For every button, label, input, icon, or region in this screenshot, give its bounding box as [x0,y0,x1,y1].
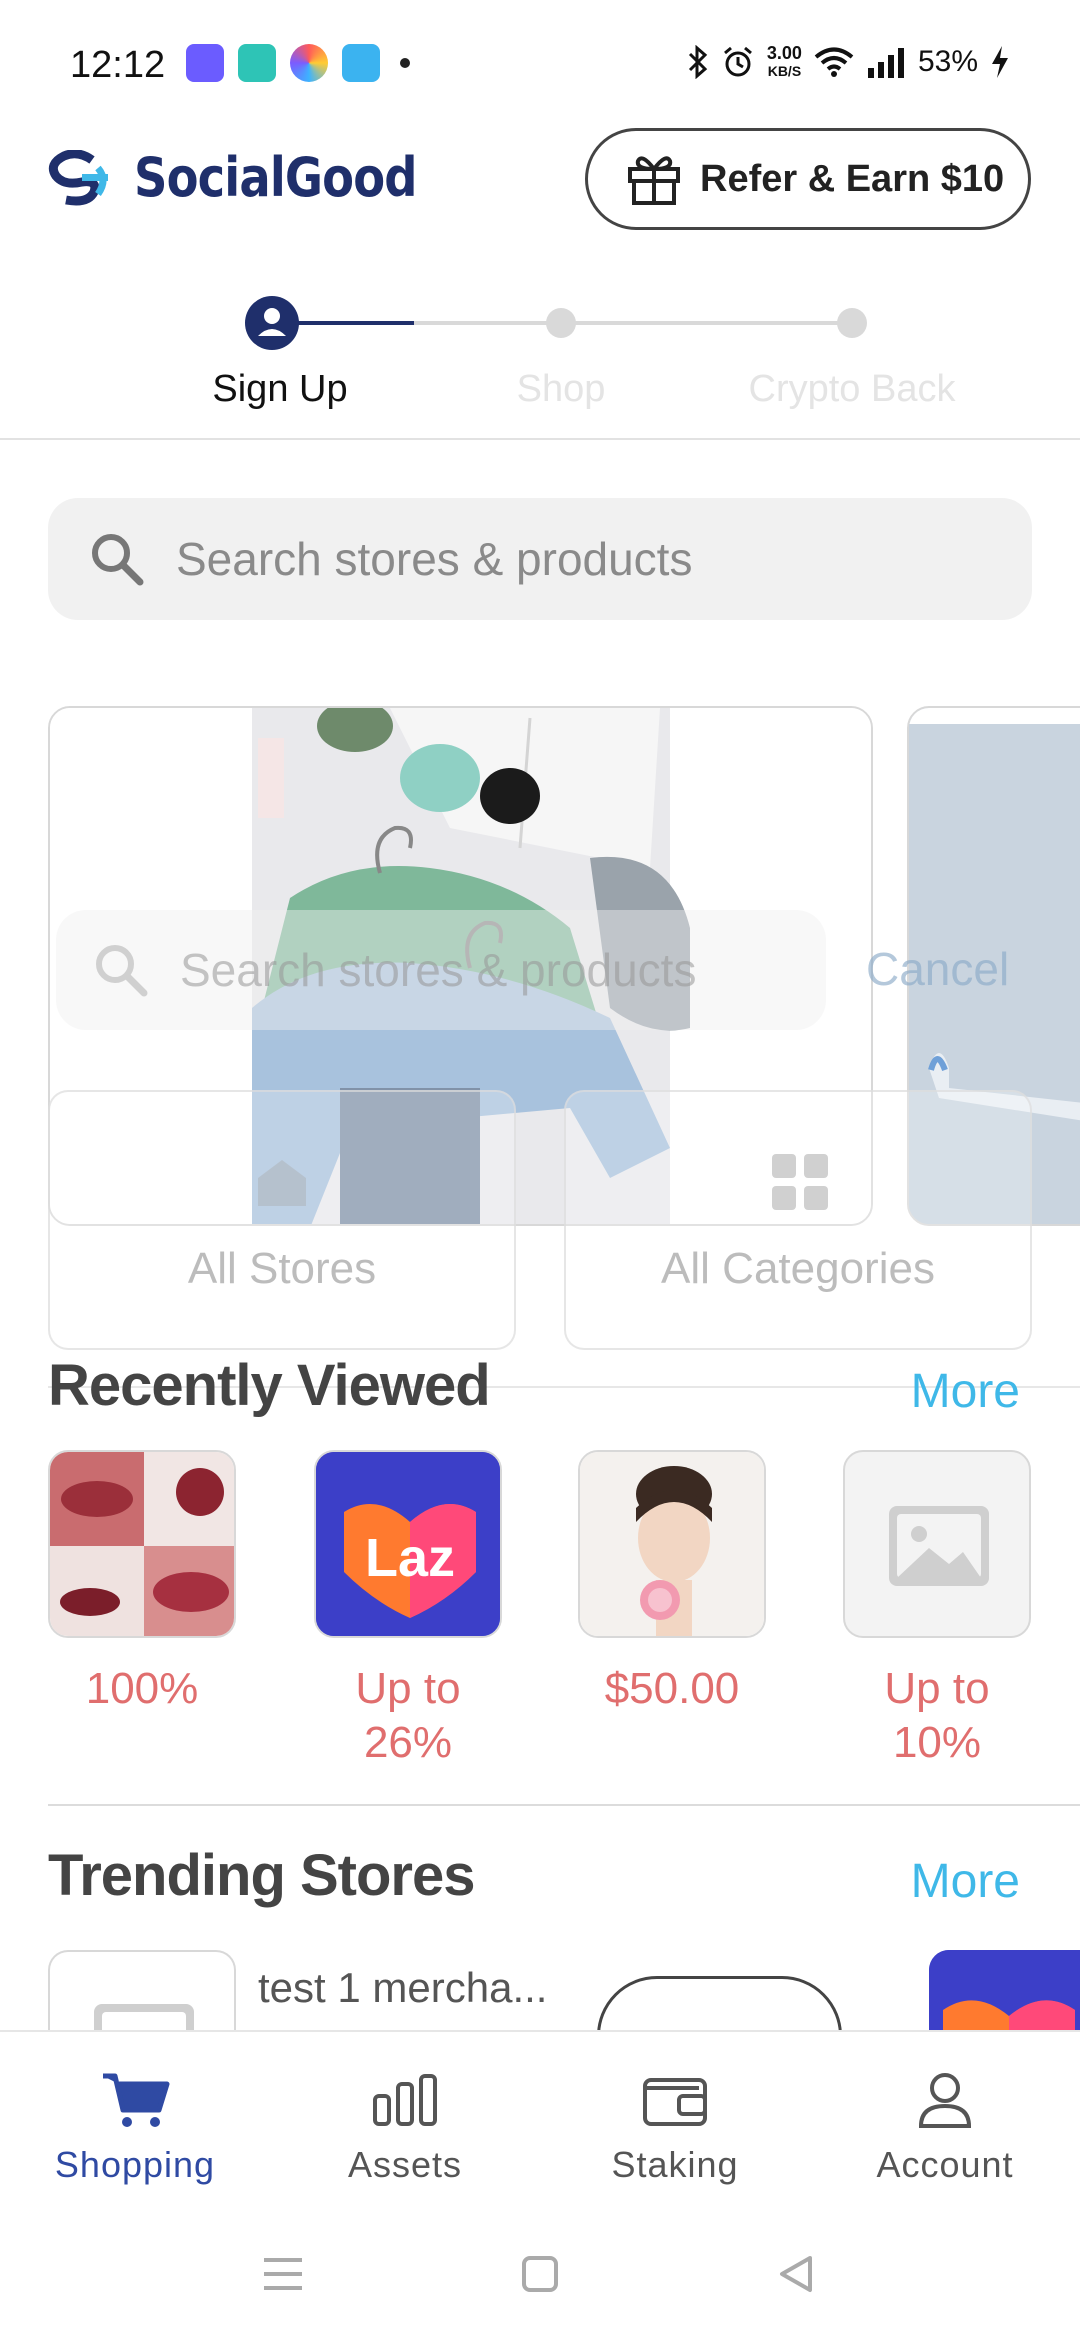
nav-item-account[interactable]: Account [810,2032,1080,2222]
lazada-logo-icon: Laz [316,1452,500,1636]
speed-value: 3.00 [766,43,802,63]
refer-earn-label: Refer & Earn $10 [700,157,1005,200]
home-icon[interactable] [520,2254,560,2294]
recently-viewed-item[interactable]: $50.00 [578,1450,766,1716]
status-time: 12:12 [70,44,166,86]
promo-banner-card[interactable] [48,706,873,1226]
trending-stores-more-link[interactable]: More [911,1854,1020,1909]
recently-viewed-price: $50.00 [604,1664,740,1713]
svg-text:Laz: Laz [365,1528,455,1588]
recently-viewed-cashback: Up to 10% [884,1664,990,1767]
notification-dot-icon [400,58,410,68]
store-thumbnail-lazada: Laz [314,1450,502,1638]
product-thumbnail-model [578,1450,766,1638]
recently-viewed-more-link[interactable]: More [911,1364,1020,1419]
lazada-1212-icon [186,44,224,82]
browser-icon [290,44,328,82]
progress-line-pending [414,321,562,325]
gift-icon [628,156,680,205]
recently-viewed-title: Recently Viewed [48,1353,491,1418]
cart-icon [103,2073,170,2127]
logo-text: SocialGood [134,146,417,209]
bar-chart-icon [373,2074,437,2126]
nav-item-staking[interactable]: Staking [540,2032,810,2222]
user-icon [258,308,286,336]
image-placeholder-icon [889,1506,989,1586]
wallet-icon [643,2078,707,2126]
step-signup-indicator [245,296,299,350]
banner-image-airplane [909,708,1080,1224]
search-input[interactable]: Search stores & products [48,498,1032,620]
overlay-all-categories-label: All Categories [661,1244,935,1293]
signal-icon [867,48,904,78]
recently-viewed-item[interactable]: Up to 10% [843,1450,1031,1770]
back-icon[interactable] [776,2254,816,2294]
status-bar: 12:12 3.00 KB/S 53% [0,0,1080,130]
section-divider [48,1804,1080,1806]
nav-label-account: Account [876,2144,1014,2185]
signup-progress-stepper: Sign Up Shop Crypto Back [0,290,1080,440]
socialgood-logo[interactable]: SocialGood [42,146,463,209]
step-shop-label: Shop [516,368,606,410]
search-icon [92,534,144,586]
alarm-icon [723,46,752,77]
step-crypto-back-label: Crypto Back [748,368,956,410]
battery-percent: 53% [917,45,978,78]
recently-viewed-item[interactable]: 100% [48,1450,236,1716]
lipstick-image [50,1452,234,1636]
socialgood-logo-icon [48,149,108,205]
recently-viewed-item[interactable]: Laz Up to 26% [314,1450,502,1770]
nav-item-shopping[interactable]: Shopping [0,2032,270,2222]
progress-line-pending [562,321,852,325]
recently-viewed-cashback: Up to 26% [355,1664,461,1767]
refer-earn-button[interactable]: Refer & Earn $10 [585,128,1031,230]
nav-label-shopping: Shopping [54,2144,216,2185]
search-placeholder: Search stores & products [176,533,693,585]
menu-icon[interactable] [262,2254,304,2294]
network-speed: 3.00 KB/S [767,44,802,80]
nav-item-assets[interactable]: Assets [270,2032,540,2222]
speed-unit: KB/S [767,63,802,79]
model-portrait-image [580,1452,764,1636]
nav-label-staking: Staking [611,2144,739,2185]
step-shop-indicator [546,308,576,338]
wifi-icon [814,47,854,77]
status-indicators: 3.00 KB/S 53% [687,44,1010,80]
header-divider [0,438,1080,440]
banner-image-clothing [50,708,871,1224]
nav-label-assets: Assets [347,2144,463,2185]
status-app-icons [186,44,410,82]
bottom-navigation: Shopping Assets Staking Account [0,2030,1080,2220]
bluetooth-icon [688,45,708,79]
trending-store-name: test 1 mercha... [258,1964,548,2011]
step-signup-label: Sign Up [212,368,348,410]
step-crypto-back-indicator [837,308,867,338]
store-thumbnail-placeholder [843,1450,1031,1638]
trending-stores-title: Trending Stores [48,1843,476,1908]
promo-banner-card-next[interactable] [907,706,1080,1226]
bot-icon [342,44,380,82]
charging-bolt-icon [992,46,1008,78]
system-navigation-bar [0,2220,1080,2340]
person-icon [918,2073,972,2128]
overlay-all-stores-label: All Stores [187,1244,377,1293]
recently-viewed-cashback: 100% [85,1664,199,1713]
product-thumbnail-lips [48,1450,236,1638]
app-header: SocialGood Refer & Earn $10 [0,128,1080,238]
chat-bubble-icon [238,44,276,82]
